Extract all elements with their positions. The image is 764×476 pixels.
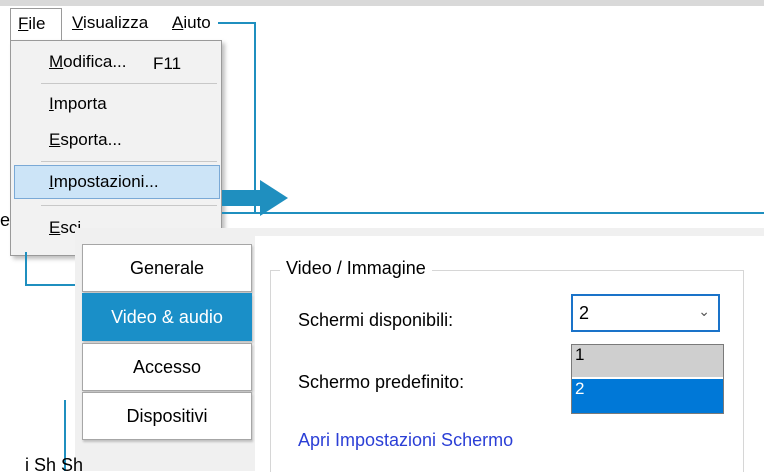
menu-visualizza-label: isualizza [83, 13, 149, 32]
menu-visualizza[interactable]: Visualizza [72, 12, 148, 34]
screens-select[interactable]: 2 ⌄ [571, 294, 720, 332]
open-display-settings-link[interactable]: Apri Impostazioni Schermo [298, 430, 513, 451]
menu-file-mnemonic: F [18, 14, 29, 33]
dropdown-option[interactable]: 1 [572, 345, 723, 377]
tab-generale[interactable]: Generale [82, 244, 252, 292]
tab-video-audio[interactable]: Video & audio [82, 293, 252, 341]
menu-item-esporta[interactable]: Esporta... [49, 129, 122, 151]
menu-separator [41, 83, 217, 84]
menu-item-modifica[interactable]: Modifica... [49, 51, 126, 73]
menu-aiuto-label: iuto [183, 13, 211, 32]
menu-separator [41, 205, 217, 206]
menu-visualizza-mnemonic: V [72, 13, 84, 32]
menu-aiuto-mnemonic: A [172, 13, 184, 32]
menu-file[interactable]: File [10, 8, 62, 41]
screens-select-value: 2 [579, 303, 590, 323]
callout-line [222, 212, 764, 214]
tab-dispositivi[interactable]: Dispositivi [82, 392, 252, 440]
group-title: Video / Immagine [280, 258, 432, 279]
dropdown-option-selected[interactable]: 2 [572, 379, 723, 413]
screens-dropdown-list: 1 2 [571, 344, 724, 414]
partial-text-bottom: i Sh Sh [25, 455, 84, 475]
menu-item-modifica-shortcut: F11 [153, 54, 182, 73]
default-screen-label: Schermo predefinito: [298, 372, 465, 392]
tab-accesso[interactable]: Accesso [82, 343, 252, 391]
callout-line [25, 284, 77, 286]
file-menu-dropdown: Modifica... F11 Importa Esporta... Impos… [10, 40, 222, 256]
screens-label: Schermi disponibili: [298, 310, 454, 330]
chevron-down-icon[interactable]: ⌄ [698, 303, 710, 320]
menu-item-impostazioni[interactable]: Impostazioni... [49, 171, 159, 193]
arrow-right-icon [222, 180, 288, 216]
menu-item-importa[interactable]: Importa [49, 93, 107, 115]
callout-line [218, 22, 256, 24]
partial-text-left: e [0, 210, 11, 230]
callout-line [25, 252, 27, 286]
menu-aiuto[interactable]: Aiuto [172, 12, 211, 34]
menu-separator [41, 161, 217, 162]
menu-file-label: File [18, 14, 46, 33]
